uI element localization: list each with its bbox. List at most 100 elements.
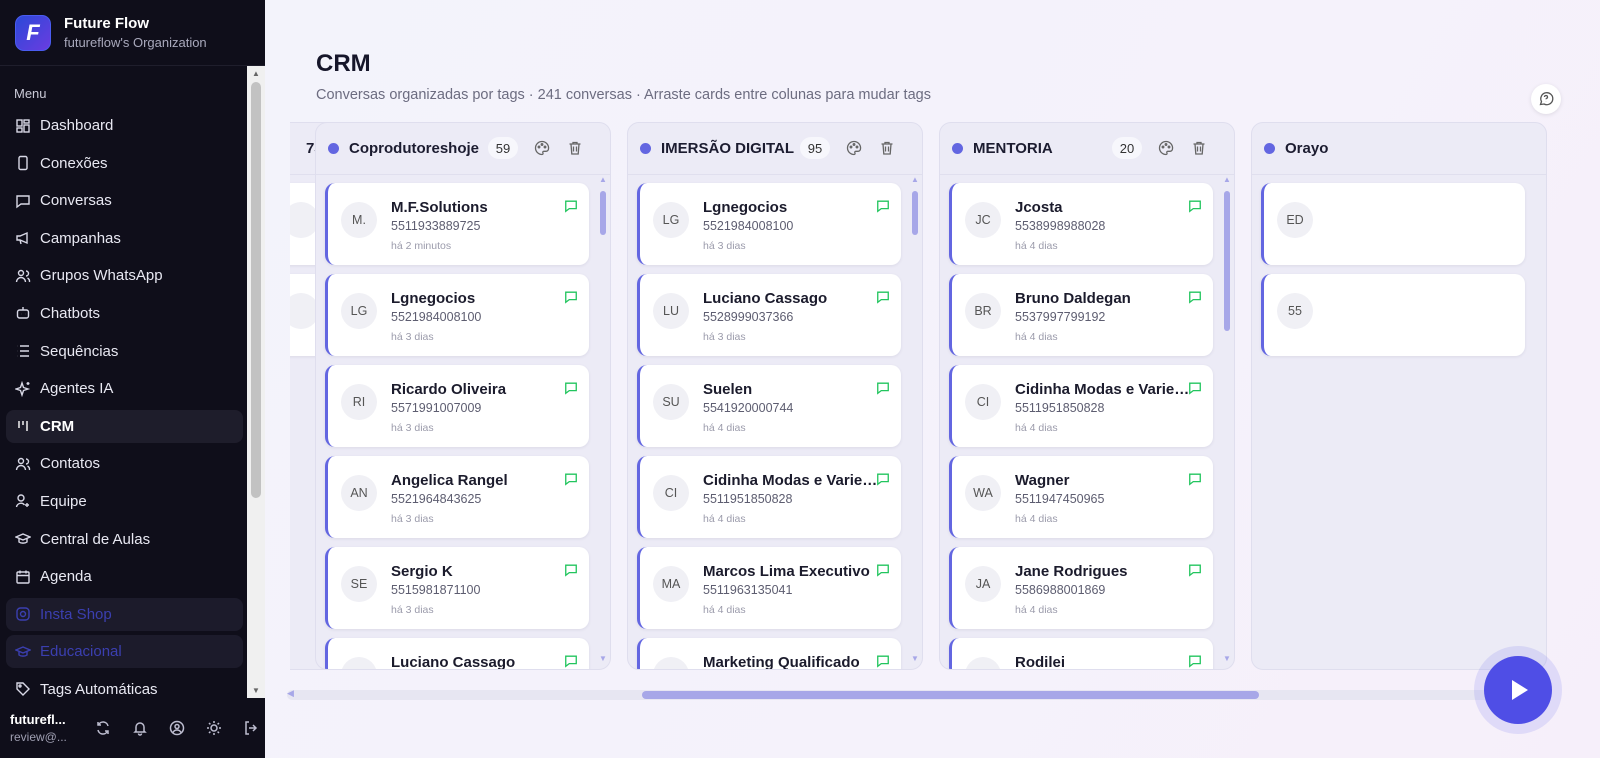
column-scroll-thumb[interactable] (1224, 191, 1230, 331)
play-button[interactable] (1484, 656, 1552, 724)
contact-card[interactable]: MA Marcos Lima Executivo 5511963135041 há 4… (637, 547, 901, 629)
scroll-down-arrow-icon[interactable]: ▼ (252, 686, 260, 695)
column-header[interactable]: Orayo (1252, 123, 1546, 175)
open-chat-icon[interactable] (876, 199, 890, 218)
contact-card[interactable]: LG Lgnegocios 5521984008100 há 3 dias (325, 274, 589, 356)
open-chat-icon[interactable] (876, 563, 890, 582)
scroll-up-arrow-icon[interactable]: ▲ (911, 175, 919, 184)
column-scrollbar[interactable]: ▲ ▼ (1223, 175, 1231, 663)
contact-card[interactable]: SE Sergio K 5515981871100 há 3 dias (325, 547, 589, 629)
column-scroll-thumb[interactable] (600, 191, 606, 235)
sidebar-scroll-thumb[interactable] (251, 82, 261, 498)
trash-icon[interactable] (879, 140, 895, 161)
sidebar-item-label: Educacional (40, 643, 122, 661)
help-button[interactable] (1531, 84, 1561, 114)
scroll-down-arrow-icon[interactable]: ▼ (1223, 654, 1231, 663)
contact-card[interactable]: M. M.F.Solutions 5511933889725 há 2 minutos (325, 183, 589, 265)
contact-card[interactable]: JC Jcosta 5538998988028 há 4 dias (949, 183, 1213, 265)
contact-card[interactable]: JA Jane Rodrigues 5586988001869 há 4 dias (949, 547, 1213, 629)
sidebar-item-conex-es[interactable]: Conexões (6, 147, 243, 180)
open-chat-icon[interactable] (876, 472, 890, 491)
trash-icon[interactable] (1191, 140, 1207, 161)
sidebar-scrollbar[interactable]: ▲ ▼ (247, 66, 265, 698)
scroll-left-arrow-icon[interactable]: ◀ (287, 688, 294, 699)
sidebar-item-equipe[interactable]: Equipe (6, 485, 243, 518)
palette-icon[interactable] (1158, 140, 1174, 161)
contact-card[interactable]: SU Suelen 5541920000744 há 4 dias (637, 365, 901, 447)
scroll-down-arrow-icon[interactable]: ▼ (911, 654, 919, 663)
contact-card[interactable]: Luciano Cassago (325, 638, 589, 669)
open-chat-icon[interactable] (1188, 654, 1202, 669)
sidebar-item-grupos-whatsapp[interactable]: Grupos WhatsApp (6, 259, 243, 292)
scroll-down-arrow-icon[interactable]: ▼ (599, 654, 607, 663)
column-scroll-thumb[interactable] (912, 191, 918, 235)
open-chat-icon[interactable] (1188, 472, 1202, 491)
open-chat-icon[interactable] (1188, 381, 1202, 400)
scroll-up-arrow-icon[interactable]: ▲ (599, 175, 607, 184)
sidebar-item-agentes-ia[interactable]: Agentes IA (6, 372, 243, 405)
open-chat-icon[interactable] (1188, 199, 1202, 218)
crm-column: Coprodutoreshoje 59 M. M.F.Solutions 5511933… (315, 122, 611, 670)
user-circle-icon[interactable] (159, 720, 196, 736)
sidebar-item-label: Equipe (40, 492, 87, 510)
sidebar-item-agenda[interactable]: Agenda (6, 560, 243, 593)
avatar: JA (965, 566, 1001, 602)
scroll-up-arrow-icon[interactable]: ▲ (252, 69, 260, 78)
contact-card[interactable]: ED (1261, 183, 1525, 265)
open-chat-icon[interactable] (564, 472, 578, 491)
open-chat-icon[interactable] (876, 654, 890, 669)
contact-card[interactable]: WA Wagner 5511947450965 há 4 dias (949, 456, 1213, 538)
contact-card[interactable]: Rodilei (949, 638, 1213, 669)
sun-icon[interactable] (196, 720, 233, 736)
bell-icon[interactable] (122, 720, 159, 736)
open-chat-icon[interactable] (1188, 563, 1202, 582)
palette-icon[interactable] (534, 140, 550, 161)
column-scrollbar[interactable]: ▲ ▼ (599, 175, 607, 663)
sidebar-item-chatbots[interactable]: Chatbots (6, 297, 243, 330)
sidebar-item-crm[interactable]: CRM (6, 409, 243, 443)
sidebar-item-tags-autom-ticas[interactable]: Tags Automáticas (6, 673, 243, 699)
user-info[interactable]: futurefl... review@... (10, 712, 67, 744)
palette-icon[interactable] (846, 140, 862, 161)
contact-card[interactable]: LG Lgnegocios 5521984008100 há 3 dias (637, 183, 901, 265)
brand-header[interactable]: F Future Flow futureflow's Organization (0, 0, 265, 66)
sidebar-item-educacional[interactable]: Educacional (6, 635, 243, 669)
contact-phone: 5521964843625 (391, 492, 482, 506)
contact-card[interactable]: AN Angelica Rangel 5521964843625 há 3 dias (325, 456, 589, 538)
sidebar-item-contatos[interactable]: Contatos (6, 447, 243, 480)
sidebar-item-dashboard[interactable]: Dashboard (6, 109, 243, 142)
open-chat-icon[interactable] (564, 199, 578, 218)
open-chat-icon[interactable] (564, 654, 578, 669)
contact-card[interactable]: Marketing Qualificado (637, 638, 901, 669)
sidebar-item-campanhas[interactable]: Campanhas (6, 222, 243, 255)
trash-icon[interactable] (567, 140, 583, 161)
contact-card[interactable]: CI Cidinha Modas e Variedades 551195185082… (949, 365, 1213, 447)
contact-card[interactable]: 55 (1261, 274, 1525, 356)
board-scroll-thumb[interactable] (642, 691, 1259, 699)
column-header[interactable]: IMERSÃO DIGITAL 95 (628, 123, 922, 175)
open-chat-icon[interactable] (876, 290, 890, 309)
open-chat-icon[interactable] (564, 381, 578, 400)
open-chat-icon[interactable] (1188, 290, 1202, 309)
column-scrollbar[interactable]: ▲ ▼ (911, 175, 919, 663)
bot-icon (15, 305, 31, 321)
contact-card[interactable]: LU Luciano Cassago 5528999037366 há 3 dias (637, 274, 901, 356)
board-horizontal-scrollbar[interactable]: ◀ (287, 688, 1522, 700)
sidebar-item-central-de-aulas[interactable]: Central de Aulas (6, 523, 243, 556)
scroll-up-arrow-icon[interactable]: ▲ (1223, 175, 1231, 184)
sidebar-item-conversas[interactable]: Conversas (6, 184, 243, 217)
open-chat-icon[interactable] (564, 563, 578, 582)
contact-last-activity: há 2 minutos (391, 240, 452, 252)
column-header[interactable]: Coprodutoreshoje 59 (316, 123, 610, 175)
contact-last-activity: há 4 dias (1015, 604, 1058, 616)
refresh-icon[interactable] (85, 720, 122, 736)
contact-name: Cidinha Modas e Variedades (703, 472, 878, 489)
sidebar-item-sequ-ncias[interactable]: Sequências (6, 335, 243, 368)
contact-card[interactable]: CI Cidinha Modas e Variedades 551195185082… (637, 456, 901, 538)
open-chat-icon[interactable] (876, 381, 890, 400)
contact-card[interactable]: BR Bruno Daldegan 5537997799192 há 4 dias (949, 274, 1213, 356)
column-header[interactable]: MENTORIA 20 (940, 123, 1234, 175)
open-chat-icon[interactable] (564, 290, 578, 309)
contact-card[interactable]: RI Ricardo Oliveira 5571991007009 há 3 dias (325, 365, 589, 447)
sidebar-item-insta-shop[interactable]: Insta Shop (6, 597, 243, 631)
